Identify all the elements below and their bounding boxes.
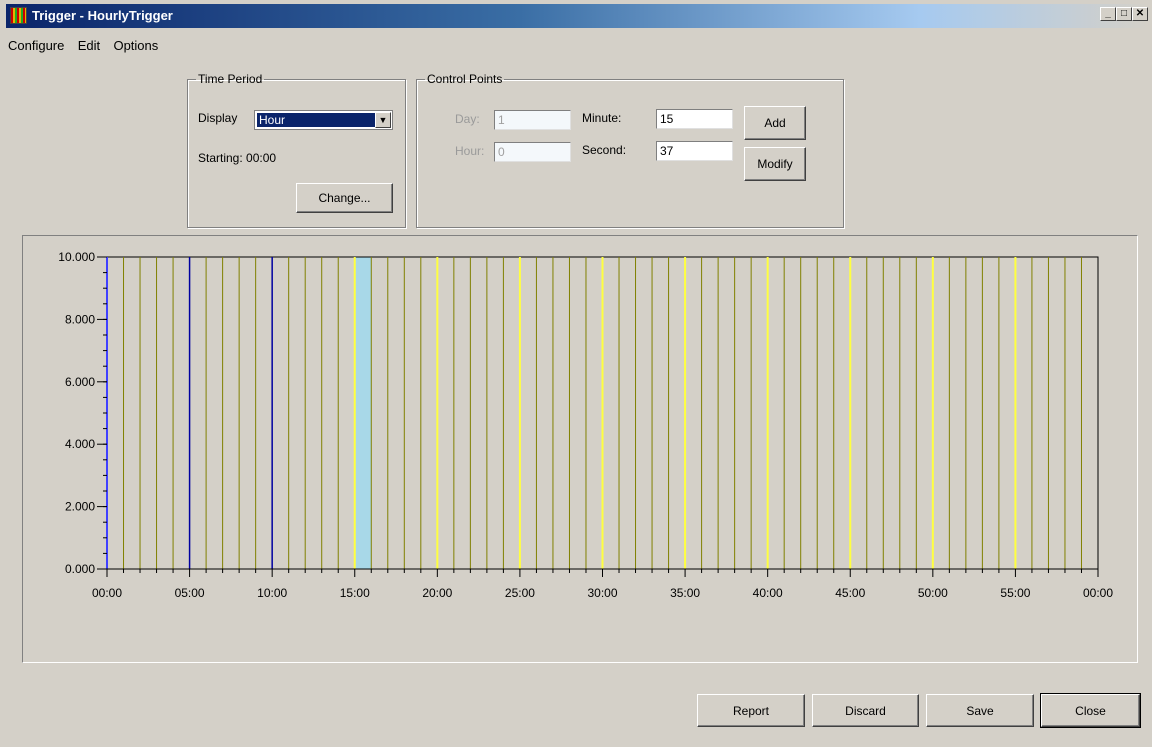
minute-field[interactable]: [656, 109, 733, 129]
y-tick-label: 8.000: [65, 312, 95, 326]
x-tick-label: 35:00: [670, 586, 700, 600]
y-tick-label: 2.000: [65, 500, 95, 514]
x-tick-label: 10:00: [257, 586, 287, 600]
chart-panel: 0.000 2.000 4.000 6.000 8.000 10.000 00:00 05:0…: [22, 235, 1138, 663]
menu-bar: Configure Edit Options: [8, 38, 168, 56]
minimize-button[interactable]: _: [1100, 7, 1116, 21]
second-field[interactable]: [656, 141, 733, 161]
y-tick-label: 10.000: [58, 250, 95, 264]
display-select-value: Hour: [257, 113, 376, 127]
x-tick-label: 05:00: [175, 586, 205, 600]
x-tick-label: 30:00: [587, 586, 617, 600]
x-tick-label: 00:00: [92, 586, 122, 600]
x-tick-label: 50:00: [918, 586, 948, 600]
x-tick-label: 40:00: [753, 586, 783, 600]
y-tick-label: 6.000: [65, 375, 95, 389]
minute-label: Minute:: [582, 111, 622, 125]
day-field[interactable]: [494, 110, 571, 130]
report-button[interactable]: Report: [697, 694, 805, 727]
control-points-legend: Control Points: [427, 72, 503, 86]
hour-field[interactable]: [494, 142, 571, 162]
chevron-down-icon[interactable]: ▼: [375, 112, 391, 128]
y-tick-label: 4.000: [65, 437, 95, 451]
app-icon: [10, 7, 27, 24]
hour-label: Hour:: [455, 144, 485, 158]
x-tick-label: 45:00: [835, 586, 865, 600]
change-button[interactable]: Change...: [296, 183, 393, 213]
x-tick-label: 25:00: [505, 586, 535, 600]
close-window-button[interactable]: ✕: [1132, 7, 1148, 21]
save-button[interactable]: Save: [926, 694, 1034, 727]
menu-configure[interactable]: Configure: [8, 38, 64, 53]
window-title: Trigger - HourlyTrigger: [32, 8, 173, 23]
modify-button[interactable]: Modify: [744, 147, 806, 181]
x-tick-label: 20:00: [422, 586, 452, 600]
add-button[interactable]: Add: [744, 106, 806, 140]
display-label: Display: [198, 111, 238, 125]
time-period-legend: Time Period: [198, 72, 263, 86]
trigger-chart[interactable]: 0.000 2.000 4.000 6.000 8.000 10.000 00:00 05:0…: [23, 236, 1137, 662]
starting-text: Starting: 00:00: [198, 151, 277, 165]
day-label: Day:: [455, 112, 480, 126]
title-bar: Trigger - HourlyTrigger _ □ ✕: [6, 4, 1148, 28]
display-select[interactable]: Hour ▼: [254, 110, 393, 130]
close-button[interactable]: Close: [1040, 693, 1141, 728]
x-tick-label: 55:00: [1000, 586, 1030, 600]
selection-band: [354, 257, 372, 569]
maximize-button[interactable]: □: [1116, 7, 1132, 21]
y-tick-label: 0.000: [65, 562, 95, 576]
discard-button[interactable]: Discard: [812, 694, 919, 727]
x-tick-label: 00:00: [1083, 586, 1113, 600]
x-tick-label: 15:00: [340, 586, 370, 600]
menu-edit[interactable]: Edit: [78, 38, 100, 53]
menu-options[interactable]: Options: [113, 38, 158, 53]
second-label: Second:: [582, 143, 627, 157]
